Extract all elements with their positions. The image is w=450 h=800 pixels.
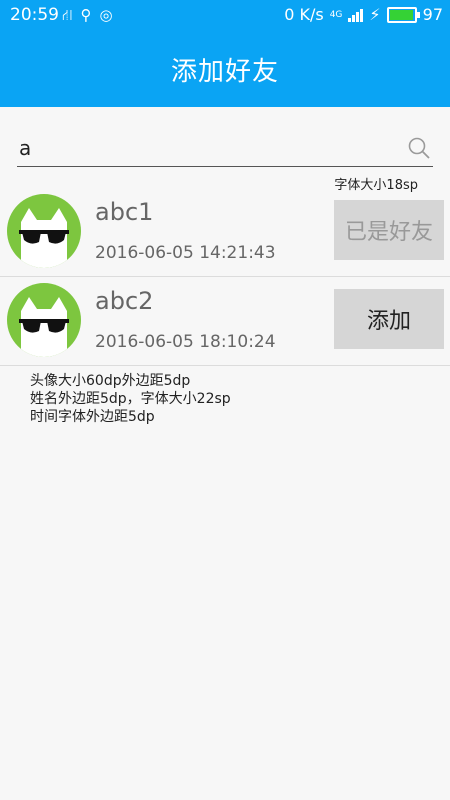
note-line: 姓名外边距5dp，字体大小22sp [30,391,231,407]
search-bar [17,130,433,167]
network-speed: 0 K/s [284,5,324,24]
note-line: 头像大小60dp外边距5dp [30,373,191,389]
result-row: abc1 2016-06-05 14:21:43 已是好友 [0,188,450,277]
battery-level: 97 [422,5,443,24]
signal-icon [348,8,364,22]
status-right-group: 0 K/s 4G ⚡ 97 [284,5,443,24]
battery-tip [416,11,420,18]
battery-icon [386,6,420,23]
status-bar: 20:59 ⛙ ⚲ ◎ 0 K/s 4G ⚡ 97 [0,0,450,32]
friend-time: 2016-06-05 18:10:24 [95,332,276,352]
hotspot-icon: ◎ [99,6,113,24]
already-friend-button[interactable]: 已是好友 [334,200,444,260]
cat-avatar-icon [7,194,81,268]
add-friend-button[interactable]: 添加 [334,289,444,349]
page-title: 添加好友 [170,57,279,87]
usb-icon: ⚲ [80,6,92,24]
layout-notes: 头像大小60dp外边距5dp 姓名外边距5dp，字体大小22sp 时间字体外边距… [30,372,231,426]
note-line: 时间字体外边距5dp [30,409,155,425]
search-icon[interactable] [407,136,431,164]
friend-name: abc1 [95,198,154,226]
search-input[interactable] [17,130,401,166]
friend-name: abc2 [95,287,154,315]
app-bar: 添加好友 [0,32,450,107]
status-notification-icons: ⛙ ⚲ ◎ [62,6,113,26]
network-type: 4G [329,9,343,20]
status-time: 20:59 [10,5,59,25]
share-icon: ⛙ [62,6,73,24]
result-row: abc2 2016-06-05 18:10:24 添加 [0,277,450,366]
friend-time: 2016-06-05 14:21:43 [95,243,276,263]
cat-avatar-icon [7,283,81,357]
battery-fill [389,9,413,20]
charging-icon: ⚡ [369,5,381,24]
